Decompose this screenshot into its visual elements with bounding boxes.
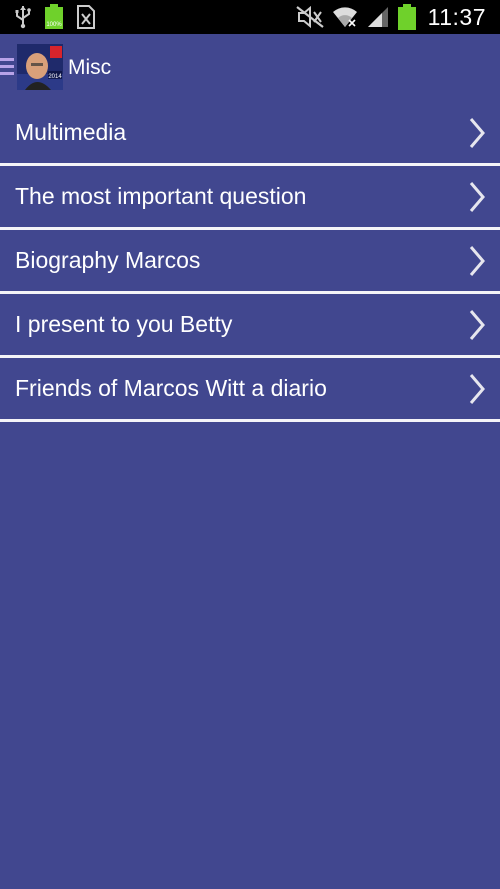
chevron-right-icon [468,117,486,149]
list-item-label: I present to you Betty [15,311,233,337]
app-avatar[interactable]: 2014 [17,44,63,90]
wifi-icon [332,5,358,29]
chevron-right-icon [468,373,486,405]
battery-percent-text: 100% [46,22,62,28]
battery-full-icon [397,4,416,30]
list-item-friends-marcos-witt[interactable]: Friends of Marcos Witt a diario [0,358,500,422]
chevron-right-icon [468,245,486,277]
chevron-right-icon [468,309,486,341]
clock: 11:37 [427,3,486,30]
list-item-multimedia[interactable]: Multimedia [0,102,500,166]
mute-icon [295,6,324,28]
list-item-biography-marcos[interactable]: Biography Marcos [0,230,500,294]
chevron-right-icon [468,181,486,213]
list-item-present-betty[interactable]: I present to you Betty [0,294,500,358]
usb-icon [14,5,32,29]
signal-icon [366,5,390,29]
status-notifications: 100% [14,4,96,30]
list-item-label: Multimedia [15,119,127,145]
list-item-label: The most important question [15,183,307,209]
battery-icon: 100% [44,4,64,30]
list-item-label: Biography Marcos [15,247,201,273]
action-bar: 2014 Misc [0,34,500,102]
status-system: 11:37 [295,0,486,34]
menu-list: Multimedia The most important question B… [0,102,500,422]
drawer-menu-icon[interactable] [0,58,14,78]
list-item-label: Friends of Marcos Witt a diario [15,375,327,401]
sim-icon [76,5,96,29]
page-title: Misc [68,56,112,79]
list-item-most-important-question[interactable]: The most important question [0,166,500,230]
avatar-badge-text: 2014 [48,74,62,80]
status-bar: 100% 11:37 [0,0,500,34]
